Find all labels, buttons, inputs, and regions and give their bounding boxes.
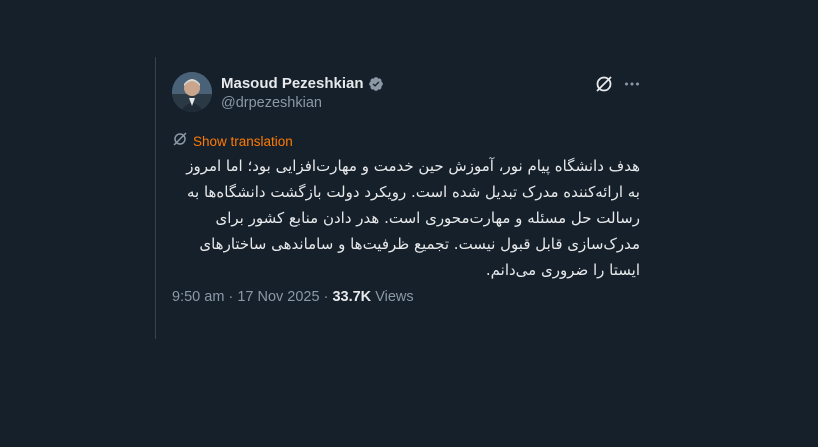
show-translation-label: Show translation xyxy=(193,134,293,149)
avatar[interactable] xyxy=(172,72,212,112)
meta-separator: · xyxy=(323,289,329,305)
tweet-header: Masoud Pezeshkian @drpezeshkian xyxy=(172,72,652,114)
grok-icon[interactable] xyxy=(594,74,614,94)
translate-icon xyxy=(172,131,188,152)
tweet-text: هدف دانشگاه پیام نور، آموزش حین خدمت و م… xyxy=(186,157,640,279)
author-name[interactable]: Masoud Pezeshkian xyxy=(221,75,364,92)
author-handle[interactable]: @drpezeshkian xyxy=(221,95,322,111)
verified-badge-icon xyxy=(368,76,384,92)
tweet-time[interactable]: 9:50 am xyxy=(172,289,224,305)
thread-divider xyxy=(155,57,156,339)
show-translation-button[interactable]: Show translation xyxy=(172,131,293,152)
views-label: Views xyxy=(375,289,414,305)
author-name-row: Masoud Pezeshkian xyxy=(221,75,384,92)
views-count: 33.7K xyxy=(332,289,372,305)
more-icon[interactable] xyxy=(624,77,640,91)
tweet-meta: 9:50 am · 17 Nov 2025 · 33.7K Views xyxy=(172,289,414,305)
meta-separator: · xyxy=(228,289,234,305)
tweet-card: Masoud Pezeshkian @drpezeshkian Show tra… xyxy=(172,72,652,305)
tweet-date[interactable]: 17 Nov 2025 xyxy=(237,289,319,305)
